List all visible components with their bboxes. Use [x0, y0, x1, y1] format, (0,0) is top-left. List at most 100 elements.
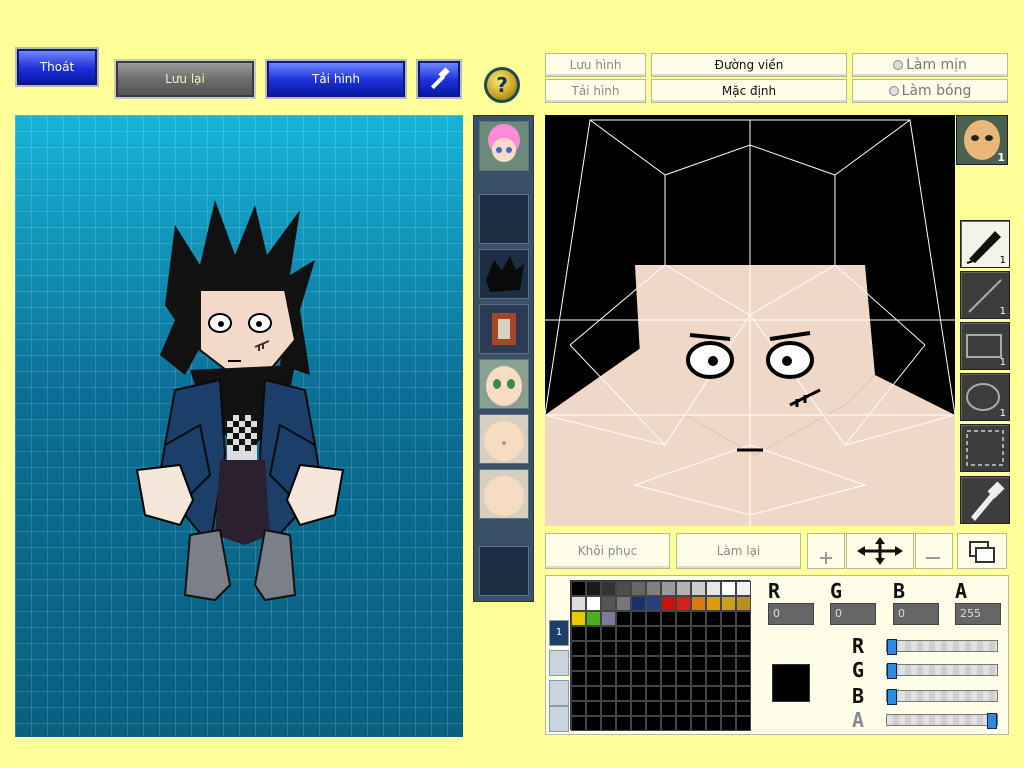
color-swatch[interactable] [706, 611, 721, 626]
save-button[interactable]: Lưu lại [114, 59, 256, 99]
color-swatch[interactable] [646, 656, 661, 671]
line-tool[interactable]: 1 [960, 271, 1010, 319]
zoom-in-button[interactable] [807, 533, 845, 569]
color-swatch[interactable] [676, 581, 691, 596]
color-swatch[interactable] [691, 671, 706, 686]
ellipse-tool[interactable]: 1 [960, 373, 1010, 421]
color-swatch[interactable] [601, 641, 616, 656]
color-swatch[interactable] [706, 581, 721, 596]
face-preset-thumb[interactable]: 1 [956, 115, 1008, 165]
redo-button[interactable]: Làm lại [676, 533, 801, 569]
color-swatch[interactable] [721, 641, 736, 656]
color-swatch[interactable] [736, 671, 751, 686]
color-swatch[interactable] [631, 641, 646, 656]
color-swatch[interactable] [721, 716, 736, 731]
color-swatch[interactable] [646, 626, 661, 641]
color-swatch[interactable] [571, 716, 586, 731]
color-swatch[interactable] [721, 581, 736, 596]
color-swatch[interactable] [736, 626, 751, 641]
color-swatch[interactable] [676, 641, 691, 656]
restore-button[interactable]: Khôi phục [545, 533, 670, 569]
rectangle-tool[interactable]: 1 [960, 322, 1010, 370]
color-swatch[interactable] [706, 671, 721, 686]
b-slider-thumb[interactable] [887, 689, 897, 705]
r-slider[interactable] [886, 639, 998, 655]
palette-tab-2[interactable] [549, 650, 569, 676]
color-swatch[interactable] [616, 701, 631, 716]
color-swatch[interactable] [631, 716, 646, 731]
color-swatch[interactable] [721, 626, 736, 641]
zoom-out-button[interactable] [915, 533, 953, 569]
color-swatch[interactable] [631, 626, 646, 641]
color-swatch[interactable] [646, 641, 661, 656]
select-tool[interactable] [960, 424, 1010, 472]
color-swatch[interactable] [736, 581, 751, 596]
palette-tab-4[interactable] [549, 706, 569, 732]
color-swatch[interactable] [631, 596, 646, 611]
color-swatch[interactable] [676, 671, 691, 686]
color-swatch[interactable] [601, 611, 616, 626]
color-swatch[interactable] [676, 701, 691, 716]
outline-button[interactable]: Đường viền [651, 53, 847, 77]
color-swatch[interactable] [586, 611, 601, 626]
color-swatch[interactable] [706, 626, 721, 641]
color-swatch[interactable] [586, 671, 601, 686]
color-swatch[interactable] [736, 641, 751, 656]
color-swatch[interactable] [721, 656, 736, 671]
color-swatch[interactable] [676, 611, 691, 626]
color-swatch[interactable] [616, 656, 631, 671]
color-swatch[interactable] [631, 581, 646, 596]
b-slider[interactable] [886, 689, 998, 705]
color-swatch[interactable] [646, 686, 661, 701]
color-swatch[interactable] [721, 686, 736, 701]
color-swatch[interactable] [736, 716, 751, 731]
color-swatch[interactable] [586, 641, 601, 656]
color-swatch[interactable] [601, 581, 616, 596]
color-swatch[interactable] [676, 716, 691, 731]
eyedropper-tool[interactable] [960, 476, 1010, 524]
a-slider[interactable] [886, 713, 998, 729]
color-swatch[interactable] [661, 716, 676, 731]
color-swatch[interactable] [571, 671, 586, 686]
color-swatch[interactable] [646, 596, 661, 611]
color-swatch[interactable] [721, 596, 736, 611]
color-swatch[interactable] [736, 596, 751, 611]
color-swatch[interactable] [571, 656, 586, 671]
color-swatch[interactable] [646, 671, 661, 686]
color-swatch[interactable] [601, 686, 616, 701]
color-swatch[interactable] [691, 581, 706, 596]
color-swatch[interactable] [736, 656, 751, 671]
color-swatch[interactable] [646, 611, 661, 626]
reload-image-button[interactable]: Tải hình [265, 59, 407, 99]
color-swatch[interactable] [631, 671, 646, 686]
color-swatch[interactable] [646, 581, 661, 596]
color-swatch[interactable] [691, 641, 706, 656]
color-swatch[interactable] [676, 596, 691, 611]
color-swatch[interactable] [736, 686, 751, 701]
color-swatch[interactable] [616, 596, 631, 611]
color-swatch[interactable] [691, 611, 706, 626]
color-swatch[interactable] [631, 656, 646, 671]
color-swatch[interactable] [616, 626, 631, 641]
smooth-option[interactable]: Làm mịn [852, 53, 1008, 77]
palette-tab-1[interactable]: 1 [549, 620, 569, 646]
help-button[interactable]: ? [484, 67, 520, 103]
g-slider-thumb[interactable] [887, 663, 897, 679]
channel-r-value[interactable]: 0 [768, 603, 814, 625]
color-swatch[interactable] [586, 596, 601, 611]
color-swatch[interactable] [631, 686, 646, 701]
texture-editor-canvas[interactable] [545, 115, 955, 526]
color-swatch[interactable] [706, 641, 721, 656]
color-swatch[interactable] [721, 701, 736, 716]
part-slot-empty-1[interactable] [479, 194, 529, 244]
layers-button[interactable] [957, 533, 1007, 569]
color-swatch[interactable] [586, 626, 601, 641]
color-swatch[interactable] [616, 611, 631, 626]
color-swatch[interactable] [616, 671, 631, 686]
color-swatch[interactable] [571, 581, 586, 596]
color-swatch[interactable] [661, 686, 676, 701]
color-swatch[interactable] [571, 626, 586, 641]
exit-button[interactable]: Thoát [15, 47, 99, 87]
color-swatch[interactable] [721, 611, 736, 626]
color-swatch[interactable] [571, 641, 586, 656]
